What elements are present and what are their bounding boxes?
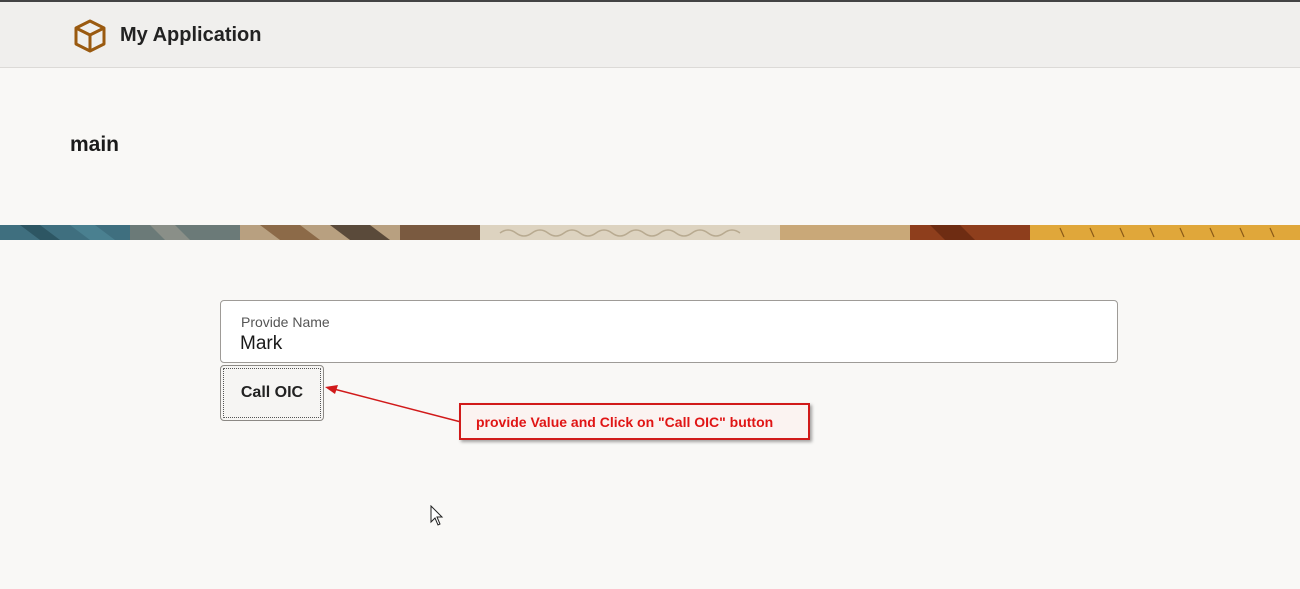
name-field[interactable]: Provide Name bbox=[220, 300, 1118, 363]
decorative-banner bbox=[0, 225, 1300, 240]
app-title: My Application bbox=[120, 24, 262, 46]
name-field-label: Provide Name bbox=[241, 314, 330, 330]
annotation-arrow bbox=[325, 385, 462, 423]
name-input[interactable] bbox=[240, 332, 1080, 356]
mouse-cursor-icon bbox=[430, 505, 444, 526]
call-oic-button[interactable]: Call OIC bbox=[220, 365, 324, 421]
annotation-callout: provide Value and Click on "Call OIC" bu… bbox=[459, 403, 810, 440]
app-header: My Application bbox=[0, 2, 1300, 68]
page-title: main bbox=[70, 133, 120, 156]
cube-icon bbox=[74, 19, 106, 53]
annotation-text: provide Value and Click on "Call OIC" bu… bbox=[476, 414, 774, 430]
